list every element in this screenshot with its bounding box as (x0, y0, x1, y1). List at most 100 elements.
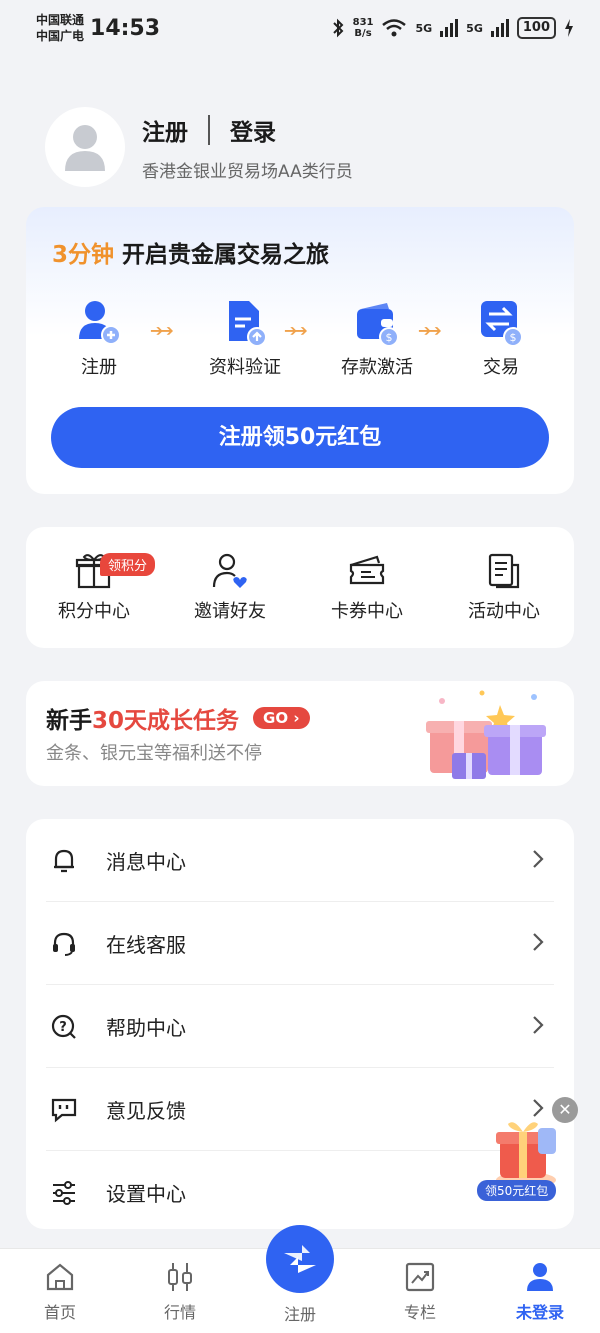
chevron-right-icon (533, 933, 544, 951)
quick-label: 邀请好友 (194, 601, 266, 622)
bottom-nav: 首页 行情 注册 专栏 未登录 (0, 1225, 600, 1333)
quick-entry-card: 积分中心 领积分 邀请好友 卡券中心 活动中心 (26, 527, 574, 648)
swap-icon (284, 1245, 316, 1273)
quick-label: 卡券中心 (331, 601, 403, 622)
step-arrow-icon: ➔➔ (150, 321, 174, 340)
exchange-icon: $ (477, 299, 525, 347)
growth-title-highlight: 30天成长任务 (92, 708, 240, 734)
login-link[interactable]: 登录 (230, 113, 276, 147)
carrier-2: 中国广电 (36, 29, 85, 43)
quick-invite-friends[interactable]: 邀请好友 (170, 551, 290, 623)
sliders-icon (50, 1179, 78, 1207)
headset-icon (50, 930, 78, 958)
growth-title-prefix: 新手 (46, 708, 92, 734)
quick-label: 积分中心 (58, 601, 130, 622)
avatar[interactable] (45, 107, 125, 187)
menu-label: 意见反馈 (106, 1099, 186, 1123)
onboarding-title-text: 开启贵金属交易之旅 (122, 242, 330, 268)
network-type-1: 5G (415, 21, 433, 35)
nav-register-label: 注册 (283, 1305, 316, 1324)
onboarding-steps: 注册 ➔➔ 资料验证 ➔➔ $ 存款激活 ➔➔ $ 交易 (26, 299, 574, 389)
step-deposit: $ 存款激活 (322, 299, 432, 379)
status-bar: 中国联通 中国广电 14:53 831 B/s 5G 5G 100 (0, 0, 600, 56)
nav-label: 首页 (43, 1303, 76, 1322)
chevron-right-icon (533, 1016, 544, 1034)
user-icon (524, 1261, 556, 1293)
signal-icon (440, 19, 459, 37)
nav-home[interactable]: 首页 (15, 1261, 105, 1323)
nav-label: 行情 (163, 1303, 196, 1322)
user-heart-icon (210, 551, 250, 591)
network-speed: 831 B/s (352, 17, 374, 39)
member-subtitle: 香港金银业贸易场AA类行员 (142, 161, 353, 182)
red-packet-label: 领50元红包 (477, 1180, 557, 1201)
user-placeholder-icon (65, 125, 105, 171)
bell-icon (50, 847, 78, 875)
activity-doc-icon (484, 551, 524, 591)
quick-activity-center[interactable]: 活动中心 (444, 551, 564, 623)
wallet-icon: $ (353, 299, 401, 347)
divider (208, 114, 210, 145)
nav-profile[interactable]: 未登录 (495, 1261, 585, 1323)
svg-text:$: $ (386, 331, 393, 344)
menu-item-messages[interactable]: 消息中心 (26, 819, 574, 902)
menu-item-support[interactable]: 在线客服 (26, 902, 574, 985)
step-trade: $ 交易 (446, 299, 556, 379)
user-add-icon (75, 299, 123, 347)
step-arrow-icon: ➔➔ (284, 321, 308, 340)
growth-title: 新手 30天成长任务 GO › (46, 701, 310, 735)
close-icon[interactable]: ✕ (552, 1097, 578, 1123)
chevron-right-icon (533, 850, 544, 868)
register-bonus-button[interactable]: 注册领50元红包 (51, 407, 549, 468)
svg-text:?: ? (59, 1020, 67, 1035)
step-label: 注册 (81, 357, 117, 378)
onboarding-title: 3分钟 开启贵金属交易之旅 (52, 235, 329, 269)
nav-label: 专栏 (403, 1303, 436, 1322)
menu-label: 帮助中心 (106, 1016, 186, 1040)
nav-column[interactable]: 专栏 (375, 1261, 465, 1323)
wifi-icon (382, 19, 407, 37)
menu-item-help[interactable]: ? 帮助中心 (26, 985, 574, 1068)
status-time: 14:53 (90, 15, 161, 41)
step-label: 存款激活 (341, 357, 413, 378)
profile-text: 注册 登录 香港金银业贸易场AA类行员 (142, 113, 353, 182)
battery-icon: 100 (516, 17, 556, 39)
auth-row: 注册 登录 (142, 113, 353, 147)
onboarding-card: 3分钟 开启贵金属交易之旅 注册 ➔➔ 资料验证 ➔➔ $ 存款激活 ➔➔ $ (26, 207, 574, 494)
candlestick-icon (164, 1261, 196, 1293)
onboarding-title-highlight: 3分钟 (52, 242, 115, 268)
charging-icon (565, 19, 573, 37)
nav-register-fab[interactable] (266, 1225, 334, 1293)
step-register: 注册 (44, 299, 154, 379)
go-button[interactable]: GO › (253, 707, 310, 729)
menu-label: 设置中心 (106, 1182, 186, 1206)
bluetooth-icon (332, 18, 344, 38)
nav-label: 未登录 (515, 1303, 564, 1322)
quick-coupon-center[interactable]: 卡券中心 (307, 551, 427, 623)
quick-label: 活动中心 (468, 601, 540, 622)
feedback-icon (50, 1096, 78, 1124)
points-badge: 领积分 (100, 553, 156, 576)
profile-header: 注册 登录 香港金银业贸易场AA类行员 (45, 107, 353, 187)
step-label: 资料验证 (209, 357, 281, 378)
ticket-icon (347, 551, 387, 591)
document-upload-icon (221, 299, 269, 347)
menu-label: 在线客服 (106, 933, 186, 957)
menu-label: 消息中心 (106, 850, 186, 874)
svg-text:$: $ (510, 331, 517, 344)
step-arrow-icon: ➔➔ (418, 321, 442, 340)
home-icon (44, 1261, 76, 1293)
growth-subtitle: 金条、银元宝等福利送不停 (46, 743, 262, 764)
status-icons: 831 B/s 5G 5G 100 (331, 17, 574, 39)
carrier-1: 中国联通 (36, 13, 85, 27)
gift-boxes-illustration (426, 690, 546, 779)
growth-task-banner[interactable]: 新手 30天成长任务 GO › 金条、银元宝等福利送不停 (26, 681, 574, 786)
red-packet-gift-icon (496, 1122, 556, 1188)
help-chat-icon: ? (50, 1013, 78, 1041)
chart-frame-icon (404, 1261, 436, 1293)
register-link[interactable]: 注册 (142, 113, 188, 147)
nav-market[interactable]: 行情 (135, 1261, 225, 1323)
step-label: 交易 (483, 357, 519, 378)
signal-icon (490, 19, 509, 37)
carrier-info: 中国联通 中国广电 (36, 12, 84, 44)
